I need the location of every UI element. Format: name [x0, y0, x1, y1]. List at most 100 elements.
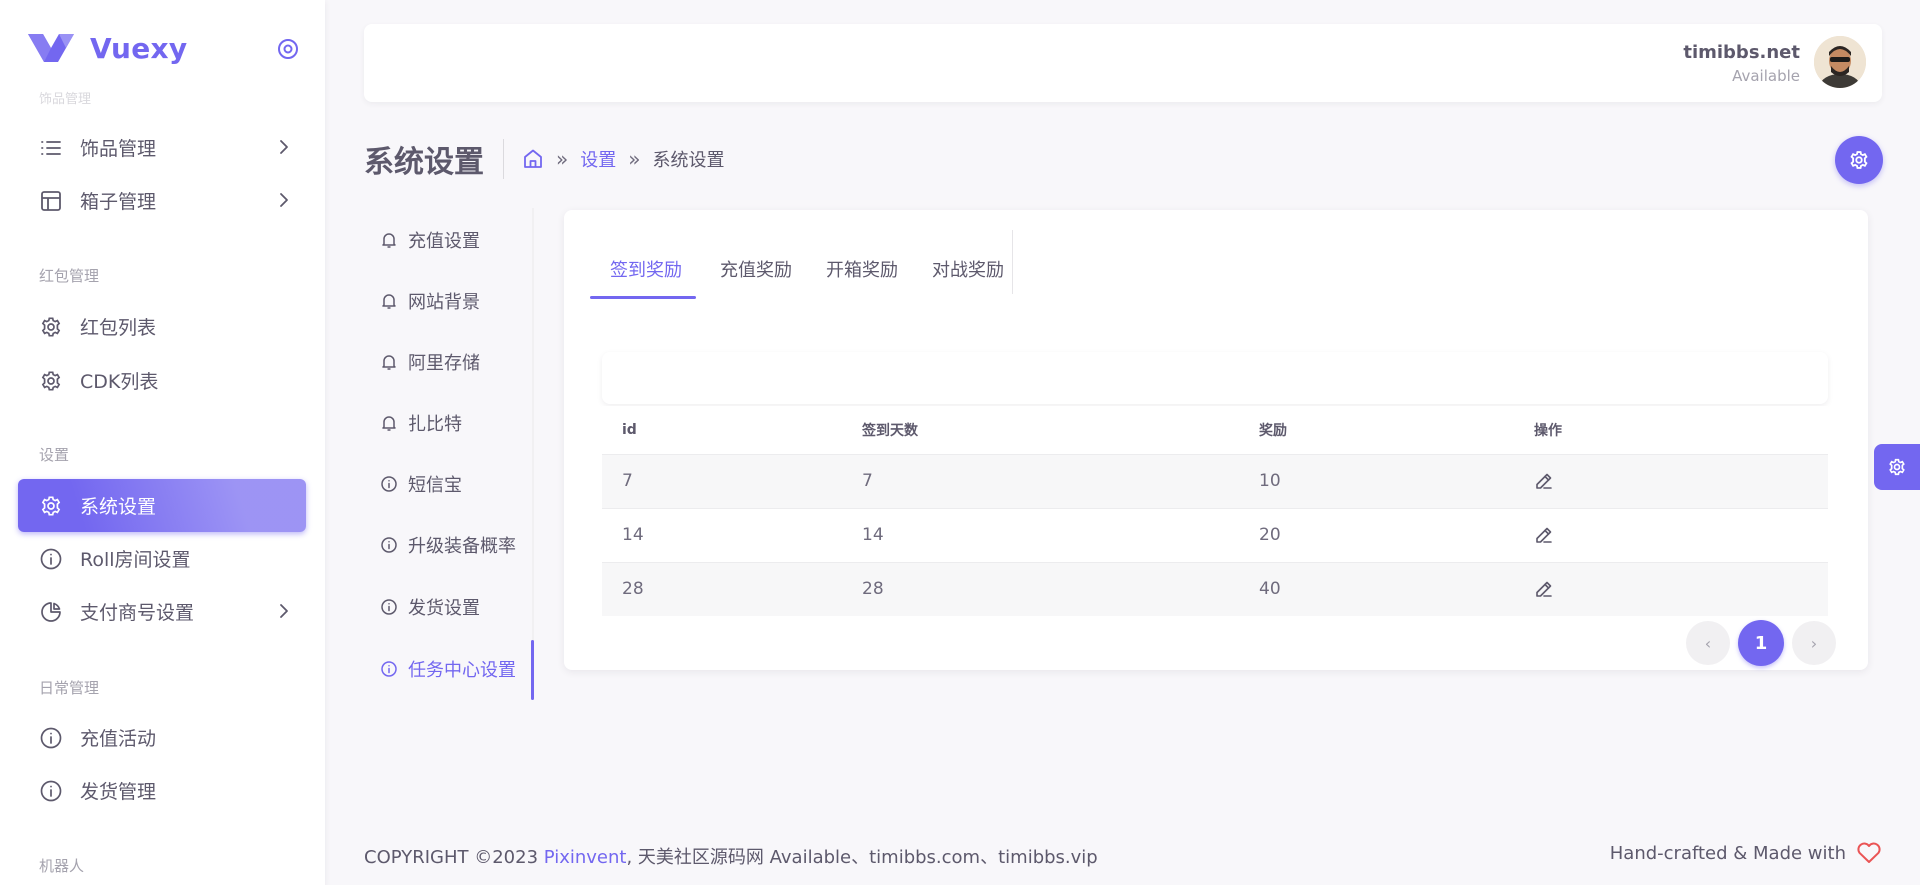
settings-item-label: 短信宝 [408, 475, 462, 496]
settings-menu-rail [532, 208, 534, 700]
footer-copyright-prefix: COPYRIGHT ©2023 [364, 847, 544, 868]
footer-brand-link[interactable]: Pixinvent [544, 847, 627, 868]
chevron-right-icon [280, 604, 288, 618]
gear-icon [38, 368, 64, 394]
sidebar-item-system-settings[interactable]: 系统设置 [18, 479, 306, 532]
pagination: ‹ 1 › [1686, 620, 1844, 666]
settings-item-label: 充值设置 [408, 231, 480, 252]
sidebar-item-label: 发货管理 [80, 781, 157, 803]
table-header-row: id 签到天数 奖励 操作 [602, 406, 1828, 454]
settings-item-zbit[interactable]: 扎比特 [380, 408, 462, 438]
settings-fab-button[interactable] [1835, 136, 1883, 184]
cell-id: 7 [602, 453, 842, 508]
settings-item-recharge[interactable]: 充值设置 [380, 225, 480, 255]
info-icon [381, 599, 397, 615]
sidebar-item-accessories[interactable]: 饰品管理 [18, 121, 306, 174]
table-row: 28 28 40 [602, 561, 1828, 616]
footer-copyright-suffix: , 天美社区源码网 Available、timibbs.com、timibbs.… [626, 847, 1098, 868]
sidebar-item-boxes[interactable]: 箱子管理 [18, 174, 306, 227]
brand[interactable]: Vuexy [28, 30, 187, 66]
sidebar-item-recharge-activity[interactable]: 充值活动 [18, 711, 306, 764]
bell-icon [382, 294, 396, 309]
table-row: 7 7 10 [602, 453, 1828, 508]
settings-item-shipping[interactable]: 发货设置 [380, 592, 480, 622]
cell-id: 28 [602, 561, 842, 616]
edit-icon[interactable] [1534, 525, 1554, 545]
cell-actions [1514, 561, 1828, 616]
settings-item-label: 扎比特 [408, 414, 462, 435]
brand-name: Vuexy [90, 31, 188, 65]
avatar[interactable] [1814, 36, 1866, 88]
user-status: Available [1732, 67, 1800, 85]
sidebar-item-shipping[interactable]: 发货管理 [18, 764, 306, 817]
info-icon [38, 778, 64, 804]
gear-icon [38, 314, 64, 340]
title-divider [503, 139, 504, 179]
settings-item-sms[interactable]: 短信宝 [380, 469, 462, 499]
home-icon[interactable] [522, 148, 544, 170]
settings-item-task-center[interactable]: 任务中心设置 [380, 654, 516, 684]
settings-item-aliyun-storage[interactable]: 阿里存储 [380, 347, 480, 377]
tabs-divider [1012, 230, 1013, 294]
active-tab-underline [590, 296, 696, 299]
footer-copyright: COPYRIGHT ©2023 Pixinvent, 天美社区源码网 Avail… [364, 843, 1098, 869]
edit-icon[interactable] [1534, 579, 1554, 599]
heart-icon [1857, 842, 1881, 863]
breadcrumb: » 设置 » 系统设置 [522, 146, 725, 172]
tab-recharge-reward[interactable]: 充值奖励 [720, 256, 792, 282]
nav-header-robot: 机器人 [39, 857, 85, 875]
sidebar-item-roll-room[interactable]: Roll房间设置 [18, 532, 306, 585]
edit-icon[interactable] [1534, 471, 1554, 491]
sidebar-toggle-icon[interactable] [276, 37, 300, 61]
breadcrumb-current: 系统设置 [652, 150, 725, 171]
sidebar-item-label: 支付商号设置 [80, 602, 195, 624]
nav-header-redpacket: 红包管理 [39, 267, 100, 285]
breadcrumb-separator: » [628, 147, 641, 171]
page-title: 系统设置 [364, 145, 484, 180]
cell-reward: 20 [1239, 507, 1514, 562]
bell-icon [382, 355, 396, 370]
cell-actions [1514, 507, 1828, 562]
settings-item-label: 阿里存储 [408, 353, 480, 374]
cell-actions [1514, 453, 1828, 508]
settings-item-label: 网站背景 [408, 292, 480, 313]
sidebar-item-label: CDK列表 [80, 371, 159, 393]
pagination-next-button[interactable]: › [1792, 621, 1836, 665]
tab-battle-reward[interactable]: 对战奖励 [932, 256, 1004, 282]
sidebar-item-cdk-list[interactable]: CDK列表 [18, 354, 306, 407]
info-icon [381, 661, 397, 677]
settings-item-label: 发货设置 [408, 598, 480, 619]
footer-credit-text: Hand-crafted & Made with [1609, 842, 1846, 864]
user-name[interactable]: timibbs.net [1683, 42, 1800, 63]
sidebar-item-payment-merchant[interactable]: 支付商号设置 [18, 585, 306, 638]
pagination-prev-button[interactable]: ‹ [1686, 621, 1730, 665]
sidebar: Vuexy 饰品管理 饰品管理 箱子管理 红包管理 红包列表 CDK列表 设置 … [0, 0, 325, 885]
reward-tabs: 签到奖励 充值奖励 开箱奖励 对战奖励 [590, 210, 1010, 300]
top-navbar: timibbs.net Available [364, 24, 1882, 102]
cell-reward: 40 [1239, 561, 1514, 616]
theme-customizer-toggle[interactable] [1874, 444, 1920, 490]
info-icon [38, 725, 64, 751]
sidebar-item-label: 系统设置 [80, 496, 157, 518]
tab-unbox-reward[interactable]: 开箱奖励 [826, 256, 898, 282]
settings-menu: 充值设置 网站背景 阿里存储 扎比特 短信宝 升级装备概率 发货设置 任务中心设… [364, 208, 534, 700]
column-header-actions: 操作 [1514, 406, 1828, 454]
sidebar-item-label: 充值活动 [80, 728, 157, 750]
pagination-page-1[interactable]: 1 [1738, 620, 1784, 666]
settings-item-site-background[interactable]: 网站背景 [380, 286, 480, 316]
info-icon [381, 476, 397, 492]
tab-signin-reward[interactable]: 签到奖励 [610, 256, 682, 282]
bell-icon [382, 416, 396, 431]
settings-item-upgrade-probability[interactable]: 升级装备概率 [380, 530, 516, 560]
column-header-reward[interactable]: 奖励 [1239, 406, 1514, 454]
sidebar-item-redpacket-list[interactable]: 红包列表 [18, 300, 306, 353]
column-header-days[interactable]: 签到天数 [842, 406, 1239, 454]
table-toolbar [602, 352, 1828, 404]
bell-icon [382, 233, 396, 248]
settings-item-label: 升级装备概率 [408, 536, 516, 557]
column-header-id[interactable]: id [602, 406, 842, 454]
vuexy-logo-icon [28, 34, 74, 62]
gear-icon [1889, 458, 1905, 476]
breadcrumb-link-settings[interactable]: 设置 [580, 146, 616, 172]
cell-days: 28 [842, 561, 1239, 616]
